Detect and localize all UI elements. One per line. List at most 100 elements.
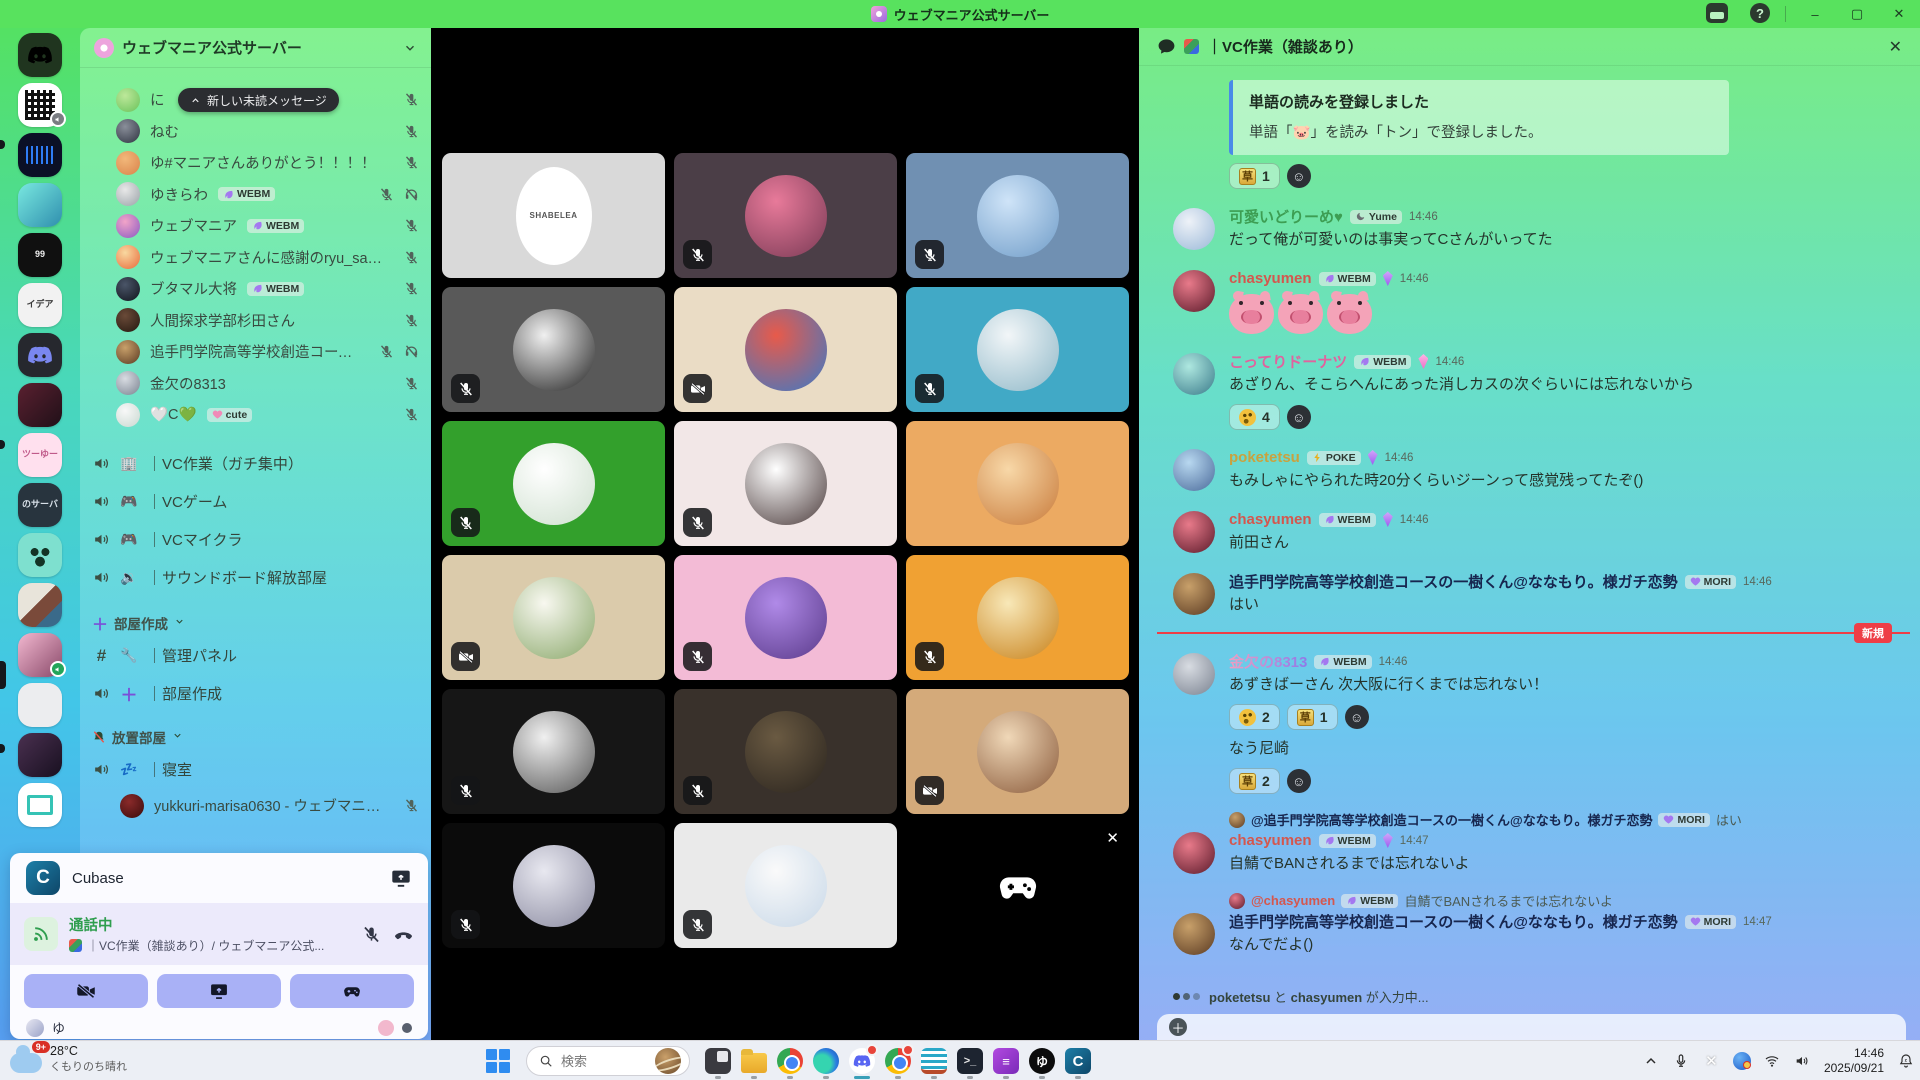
weather-widget[interactable]: 9+ 28°C くもりのち晴れ [10, 1044, 127, 1074]
maximize-button[interactable]: ▢ [1836, 6, 1878, 22]
noise-suppression-icon[interactable] [361, 924, 382, 945]
video-tile[interactable]: SHABELEA [442, 153, 665, 278]
search-highlight-saturn-icon[interactable] [655, 1048, 681, 1074]
rail-server-discord-dark[interactable] [18, 333, 62, 377]
taskbar-app-dark-square[interactable] [700, 1042, 736, 1080]
text-channel-row[interactable]: #🔧｜管理パネル [80, 637, 431, 675]
rail-server-ghost[interactable] [18, 683, 62, 727]
voice-member-row[interactable]: ゆ#マニアさんありがとう！！！！ [80, 147, 431, 179]
chat-message[interactable]: 可愛いどりーめ♥Yume14:46だって俺が可愛いのは事実ってCさんがいってた [1139, 206, 1920, 251]
volume-icon[interactable] [1794, 1053, 1811, 1070]
reaction-pill[interactable]: 草2 [1229, 768, 1280, 794]
taskbar-chrome-profile[interactable] [880, 1042, 916, 1080]
voice-member-row[interactable]: ウェブマニアさんに感謝のryu_saz… [80, 242, 431, 274]
taskbar-app-yu[interactable]: ゆ [1024, 1042, 1060, 1080]
chat-message[interactable]: chasyumenWEBM14:47自鯖でBANされるまでは忘れないよ [1139, 830, 1920, 875]
video-tile[interactable] [674, 421, 897, 546]
video-tile[interactable] [442, 421, 665, 546]
reply-context[interactable]: @chasyumenWEBM自鯖でBANされるまでは忘れないよ [1229, 891, 1900, 910]
taskbar-discord[interactable] [844, 1042, 880, 1080]
voice-member-row[interactable]: 人間探求学部杉田さん [80, 305, 431, 337]
help-icon[interactable]: ? [1750, 3, 1770, 23]
video-tile[interactable] [906, 153, 1129, 278]
taskbar-file-explorer[interactable] [736, 1042, 772, 1080]
taskbar-search[interactable] [526, 1046, 690, 1076]
voice-channel-row[interactable]: ＋｜部屋作成 [80, 675, 431, 713]
voice-member-row[interactable]: 🤍C💚cute [80, 399, 431, 431]
voice-member-row[interactable]: 金欠の8313 [80, 368, 431, 400]
user-mini-row[interactable]: ゆ [10, 1008, 428, 1037]
taskbar-cubase[interactable]: C [1060, 1042, 1096, 1080]
chat-message[interactable]: chasyumenWEBM14:46前田さん [1139, 509, 1920, 554]
inbox-icon[interactable] [1706, 3, 1728, 23]
message-list[interactable]: 単語の読みを登録しました単語「🐷」を読み「トン」で登録しました。草1☺ 可愛いどり… [1139, 66, 1920, 1006]
rail-server-anime-red[interactable] [18, 383, 62, 427]
voice-channel-row[interactable]: 💤｜寝室 [80, 751, 431, 789]
rail-server-99[interactable]: 99 [18, 233, 62, 277]
rail-server-tsuyu[interactable]: ツーゆー [18, 433, 62, 477]
voice-channel-row[interactable]: 🎮｜VCゲーム [80, 483, 431, 521]
add-reaction-button[interactable]: ☺ [1287, 769, 1311, 793]
minimize-button[interactable]: – [1794, 7, 1836, 22]
reaction-pill[interactable]: 2 [1229, 704, 1280, 730]
video-tile[interactable] [674, 555, 897, 680]
taskbar-terminal[interactable]: >_ [952, 1042, 988, 1080]
wifi-icon[interactable] [1764, 1053, 1781, 1070]
add-reaction-button[interactable]: ☺ [1287, 164, 1311, 188]
tray-chevron-up-icon[interactable] [1643, 1053, 1660, 1070]
video-tile[interactable] [442, 287, 665, 412]
reaction-pill[interactable]: 草1 [1287, 704, 1338, 730]
voice-member-row[interactable]: ゆきらわWEBM [80, 179, 431, 211]
chat-message[interactable]: 金欠の8313WEBM14:46あずきばーさん 次大阪に行くまでは忘れない！2草… [1139, 651, 1920, 730]
voice-channel-row[interactable]: 🔉｜サウンドボード解放部屋 [80, 559, 431, 597]
video-tile[interactable] [906, 555, 1129, 680]
video-tile[interactable] [906, 421, 1129, 546]
reply-context[interactable]: @追手門学院高等学校創造コースの一樹くん@ななもり。様ガチ恋勢MORIはい [1229, 810, 1900, 829]
video-tile[interactable] [674, 823, 897, 948]
video-tile[interactable] [674, 153, 897, 278]
add-reaction-button[interactable]: ☺ [1287, 405, 1311, 429]
rail-server-teal-face[interactable] [18, 533, 62, 577]
rail-server-anime-dark[interactable] [18, 733, 62, 777]
voice-channel-row[interactable]: 🎮｜VCマイクラ [80, 521, 431, 559]
video-tile[interactable] [442, 689, 665, 814]
reaction-pill[interactable]: 4 [1229, 404, 1280, 430]
voice-member-row[interactable]: ねむ [80, 116, 431, 148]
voice-member-row[interactable]: 追手門学院高等学校創造コース… [80, 336, 431, 368]
add-reaction-button[interactable]: ☺ [1345, 705, 1369, 729]
close-button[interactable]: ✕ [1878, 6, 1920, 22]
tray-clock[interactable]: 14:46 2025/09/21 [1824, 1046, 1884, 1076]
video-tile[interactable] [442, 823, 665, 948]
chat-message[interactable]: poketetsuPOKE14:46もみしゃにやられた時20分くらいジーンって感… [1139, 447, 1920, 492]
tray-mic-icon[interactable] [1673, 1053, 1690, 1070]
chat-message[interactable]: こってりドーナツWEBM14:46あざりん、そこらへんにあった消しカスの次ぐらい… [1139, 351, 1920, 430]
rail-server-easel[interactable] [18, 783, 62, 827]
search-input[interactable] [561, 1054, 647, 1069]
video-tile[interactable] [674, 689, 897, 814]
chat-message[interactable]: chasyumenWEBM14:46 [1139, 268, 1920, 334]
rail-server-pixel[interactable] [18, 583, 62, 627]
hangup-icon[interactable] [393, 924, 414, 945]
taskbar-chrome[interactable] [772, 1042, 808, 1080]
voice-channel-row[interactable]: 🏢｜VC作業（ガチ集中） [80, 445, 431, 483]
taskbar-app-purple-stack[interactable]: ≡ [988, 1042, 1024, 1080]
message-continuation[interactable]: なう尼崎草2☺ [1139, 738, 1920, 794]
tray-sphere-app-icon[interactable] [1733, 1052, 1751, 1070]
voice-member-row[interactable]: ブタマル大将WEBM [80, 273, 431, 305]
voice-member-row[interactable]: yukkuri-marisa0630 - ウェブマニア… [80, 789, 431, 823]
notification-bell-icon[interactable]: z [1897, 1053, 1914, 1070]
rail-server-soundwave[interactable] [18, 133, 62, 177]
rail-discord-home[interactable] [18, 33, 62, 77]
video-tile[interactable]: ✕ [906, 823, 1129, 948]
category-idle-rooms[interactable]: 放置部屋 [80, 723, 431, 751]
video-tile[interactable] [906, 287, 1129, 412]
bot-embed-message[interactable]: 単語の読みを登録しました単語「🐷」を読み「トン」で登録しました。草1☺ [1139, 80, 1920, 189]
message-input[interactable]: ＋ [1157, 1014, 1906, 1040]
video-tile[interactable] [906, 689, 1129, 814]
voice-member-row[interactable]: ウェブマニアWEBM [80, 210, 431, 242]
tray-x-icon[interactable]: ✕ [1703, 1053, 1720, 1070]
chat-close-icon[interactable]: ✕ [1889, 37, 1902, 57]
screenshare-button[interactable] [157, 974, 281, 1008]
server-header[interactable]: ウェブマニア公式サーバー [80, 28, 431, 68]
video-tile[interactable] [674, 287, 897, 412]
